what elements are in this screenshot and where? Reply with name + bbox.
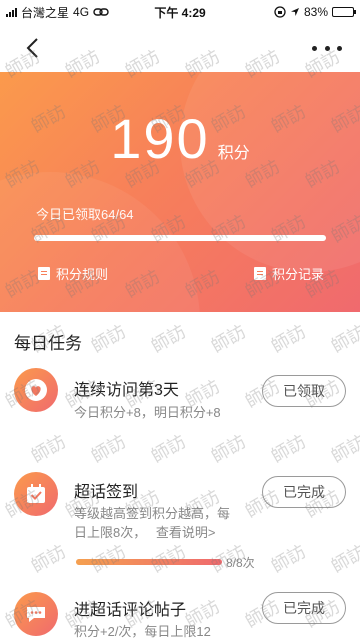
battery-percent: 83% — [303, 5, 328, 19]
daily-tasks-title: 每日任务 — [14, 334, 82, 353]
task-desc: 今日积分+8，明日积分+8 — [74, 405, 221, 420]
points-value: 190 — [110, 107, 210, 170]
checkin-progress — [76, 559, 222, 565]
document-icon — [38, 267, 50, 280]
points-rules-label: 积分规则 — [56, 267, 109, 282]
network-label: 4G — [73, 5, 90, 19]
checkin-progress-fill — [76, 559, 222, 565]
completed-button[interactable]: 已完成 — [262, 592, 346, 624]
more-dots-icon — [312, 45, 317, 51]
points-unit: 积分 — [217, 145, 250, 162]
task-item-comment: 进超话评论帖子 积分+2/次，每日上限12 已完成 — [0, 590, 360, 639]
task-desc-line: 日上限8次， 查看说明> — [74, 525, 216, 540]
points-records-link[interactable]: 积分记录 — [253, 264, 324, 283]
points-records-label: 积分记录 — [271, 267, 324, 282]
back-button[interactable] — [22, 36, 46, 60]
points-header: 190 积分 今日已领取64/64 积分规则 积分记录 — [0, 72, 360, 312]
daily-points-progress — [34, 235, 326, 241]
points-rules-link[interactable]: 积分规则 — [38, 264, 108, 283]
task-title: 连续访问第3天 — [74, 382, 179, 399]
chevron-left-icon — [26, 38, 38, 58]
task-title: 超话签到 — [74, 484, 139, 501]
task-desc: 等级越高签到积分越高，每 日上限8次， 查看说明> — [74, 504, 230, 542]
checkin-count: 8/8次 — [226, 556, 255, 570]
points-page: 台灣之星 4G 下午 4:29 83% 190 积分 今日已领取64/64 积分… — [0, 0, 360, 639]
more-button[interactable] — [312, 36, 342, 60]
task-title: 进超话评论帖子 — [74, 602, 187, 619]
daily-points-progress-fill — [34, 235, 326, 241]
chat-bubble-icon — [14, 592, 58, 636]
task-item-checkin: 超话签到 等级越高签到积分越高，每 日上限8次， 查看说明> 已完成 8/8次 — [0, 472, 360, 572]
signal-icon — [6, 7, 17, 17]
task-desc-line: 等级越高签到积分越高，每 — [74, 506, 231, 521]
task-item-visit: 连续访问第3天 今日积分+8，明日积分+8 已领取 — [0, 368, 360, 438]
claimed-button[interactable]: 已领取 — [262, 375, 346, 407]
orientation-lock-icon — [274, 6, 286, 18]
link-icon — [93, 8, 109, 16]
completed-button[interactable]: 已完成 — [262, 476, 346, 508]
nav-bar — [0, 24, 360, 72]
battery-icon — [332, 7, 356, 17]
task-desc: 积分+2/次，每日上限12 — [74, 624, 211, 639]
carrier-label: 台灣之星 — [21, 5, 70, 20]
heart-icon — [14, 368, 58, 412]
status-bar: 台灣之星 4G 下午 4:29 83% — [0, 0, 360, 24]
daily-tasks-panel: 每日任务 连续访问第3天 今日积分+8，明日积分+8 已领取 超话签到 等级越高… — [0, 312, 360, 639]
calendar-check-icon — [14, 472, 58, 516]
document-icon — [253, 267, 266, 280]
daily-points-label: 今日已领取64/64 — [36, 207, 134, 222]
location-icon — [290, 8, 299, 16]
view-instructions-link[interactable]: 查看说明> — [156, 525, 216, 540]
